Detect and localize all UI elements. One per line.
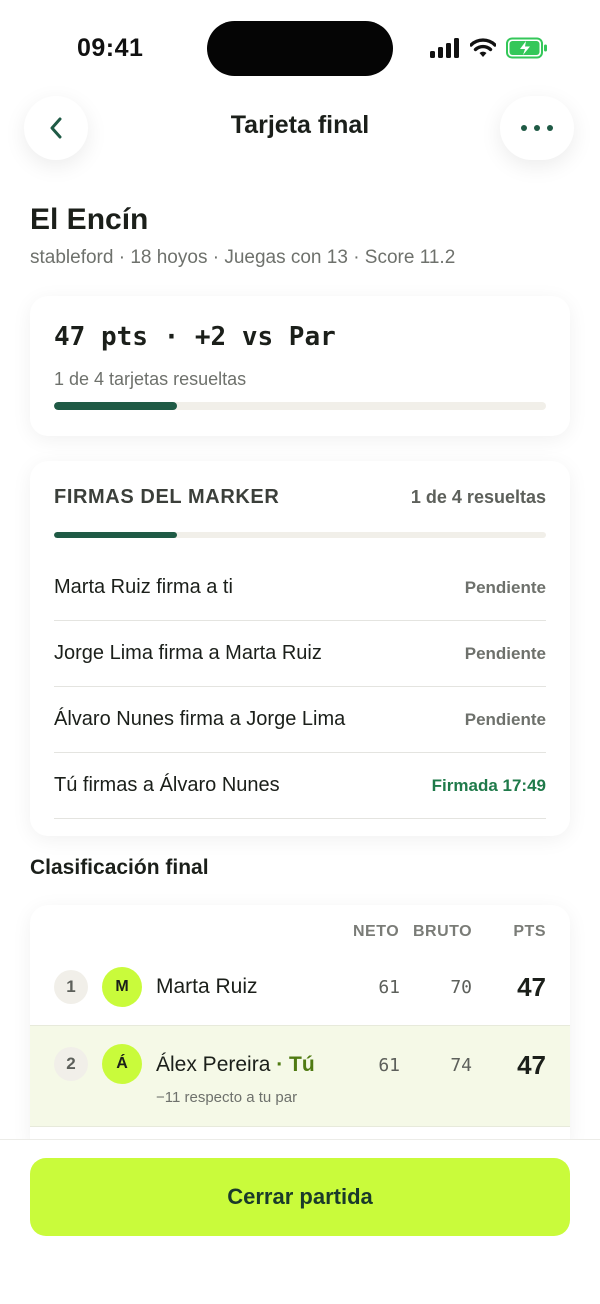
signature-row[interactable]: Tú firmas a Álvaro Nunes Firmada 17:49 xyxy=(54,753,546,819)
column-header-neto: NETO xyxy=(353,923,400,940)
score-card: 47 pts · +2 vs Par 1 de 4 tarjetas resue… xyxy=(30,296,570,436)
marker-title: FIRMAS DEL MARKER xyxy=(54,486,280,508)
signature-row[interactable]: Álvaro Nunes firma a Jorge Lima Pendient… xyxy=(54,687,546,753)
signature-row[interactable]: Jorge Lima firma a Marta Ruiz Pendiente xyxy=(54,621,546,687)
score-summary: 47 pts · +2 vs Par xyxy=(54,322,336,352)
position-badge: 1 xyxy=(54,970,88,1004)
player-name-text: Álex Pereira xyxy=(156,1053,271,1076)
signature-name: Marta Ruiz firma a ti xyxy=(54,576,233,598)
signature-name: Álvaro Nunes firma a Jorge Lima xyxy=(54,708,346,730)
marker-progress-bar xyxy=(54,532,546,538)
column-header-bruto: BRUTO xyxy=(413,923,473,940)
close-match-button[interactable]: Cerrar partida xyxy=(30,1158,570,1236)
signal-icon xyxy=(430,38,459,58)
marker-progress-fill xyxy=(54,532,177,538)
player-name: Álex Pereira · Tú xyxy=(156,1053,315,1077)
column-header-pts: PTS xyxy=(513,923,546,940)
signature-status: Pendiente xyxy=(464,577,546,597)
signature-name: Tú firmas a Álvaro Nunes xyxy=(54,774,280,796)
signature-row[interactable]: Marta Ruiz firma a ti Pendiente xyxy=(54,555,546,621)
avatar: Á xyxy=(102,1044,142,1084)
wifi-icon xyxy=(470,38,496,57)
signature-name: Jorge Lima firma a Marta Ruiz xyxy=(54,642,322,664)
score-progress-fill xyxy=(54,402,177,410)
score-progress-bar xyxy=(54,402,546,410)
signature-status: Pendiente xyxy=(464,643,546,663)
bruto-value: 70 xyxy=(450,977,472,998)
score-progress-label: 1 de 4 tarjetas resueltas xyxy=(54,369,247,389)
marker-signatures-card: FIRMAS DEL MARKER 1 de 4 resueltas Marta… xyxy=(30,461,570,836)
ranking-row-current-user[interactable]: 2 Á Álex Pereira · Tú −11 respecto a tu … xyxy=(30,1025,570,1127)
more-options-button[interactable] xyxy=(500,96,574,160)
dynamic-island xyxy=(207,21,393,76)
course-subtitle: stableford · 18 hoyos · Juegas con 13 · … xyxy=(30,247,456,268)
more-dots-icon xyxy=(521,125,553,131)
bottom-action-bar: Cerrar partida xyxy=(0,1139,600,1304)
neto-value: 61 xyxy=(378,1055,400,1076)
avatar: M xyxy=(102,967,142,1007)
ranking-table: NETO BRUTO PTS 1 M Marta Ruiz 61 70 47 2… xyxy=(30,905,570,1145)
points-value: 47 xyxy=(517,972,546,1002)
you-tag: · Tú xyxy=(276,1053,315,1076)
course-name: El Encín xyxy=(30,203,149,236)
signature-status: Pendiente xyxy=(464,709,546,729)
status-time: 09:41 xyxy=(77,34,144,62)
ranking-title: Clasificación final xyxy=(30,856,209,879)
ranking-row[interactable]: 1 M Marta Ruiz 61 70 47 xyxy=(30,951,570,1025)
signature-status-signed: Firmada 17:49 xyxy=(431,775,546,795)
bruto-value: 74 xyxy=(450,1055,472,1076)
status-bar: 09:41 xyxy=(0,0,600,90)
position-badge: 2 xyxy=(54,1047,88,1081)
points-value: 47 xyxy=(517,1050,546,1080)
battery-charging-icon xyxy=(506,37,547,59)
player-subtitle: −11 respecto a tu par xyxy=(156,1089,298,1106)
player-name: Marta Ruiz xyxy=(156,975,258,998)
marker-count: 1 de 4 resueltas xyxy=(410,487,546,507)
neto-value: 61 xyxy=(378,977,400,998)
